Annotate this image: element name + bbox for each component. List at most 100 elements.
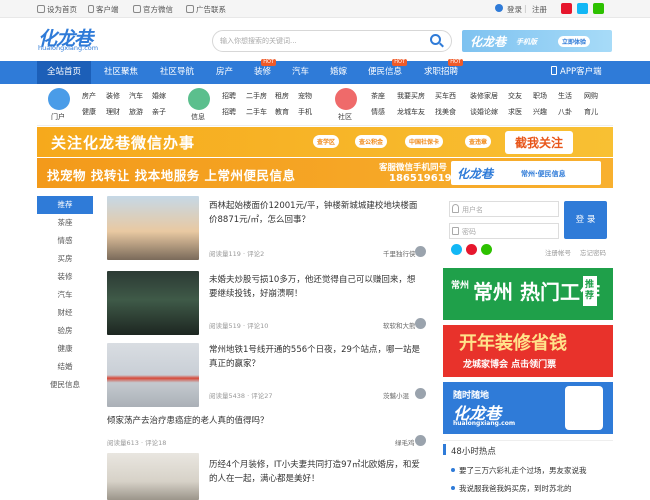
nav-community[interactable]: 社区导航: [153, 61, 201, 84]
set-home-link[interactable]: 设为首页: [37, 4, 77, 15]
cat-link[interactable]: 育儿: [584, 107, 598, 117]
cat-link[interactable]: 亲子: [152, 107, 166, 117]
left-menu-item[interactable]: 结婚: [37, 358, 93, 376]
cat-link[interactable]: 二手房: [246, 91, 267, 101]
qq-login-icon[interactable]: [451, 244, 462, 255]
cat-link[interactable]: 二手车: [246, 107, 267, 117]
news-thumbnail[interactable]: [107, 343, 199, 407]
qq-icon[interactable]: [577, 3, 588, 14]
nav-app[interactable]: APP客户端: [544, 61, 609, 84]
mobile-app-banner[interactable]: 化龙巷 手机版 立即体验: [462, 30, 612, 52]
nav-decor-label: 装修: [254, 67, 272, 77]
news-title[interactable]: 未婚夫炒股亏损10多万，他还觉得自己可以赚回来，想要继续投钱，好崩溃啊！: [209, 273, 423, 301]
cat-link[interactable]: 装修: [106, 91, 120, 101]
news-author[interactable]: 千里独行侠: [383, 248, 416, 258]
nav-home[interactable]: 全站首页: [37, 61, 91, 84]
cat-link[interactable]: 招聘: [222, 91, 236, 101]
portal-icon[interactable]: [48, 88, 70, 110]
convenience-info-banner[interactable]: 找宠物 找转让 找本地服务 上常州便民信息 客服微信手机同号 186519619…: [37, 158, 613, 188]
nav-jobs[interactable]: 求职招聘 HOT: [417, 59, 465, 84]
ad-contact-link[interactable]: 广告联系: [186, 4, 226, 15]
cat-link[interactable]: 装修家居: [470, 91, 498, 101]
left-menu-item[interactable]: 推荐: [37, 196, 93, 214]
news-title[interactable]: 西林起始楼面价12001元/平，钟楼新城城建校地块楼面价8871元/㎡，怎么回事…: [209, 199, 423, 227]
left-menu-item[interactable]: 茶座: [37, 214, 93, 232]
cat-link[interactable]: 求医: [508, 107, 522, 117]
cat-link[interactable]: 教育: [275, 107, 289, 117]
hot-item[interactable]: 我说服我爸我妈买房，到时苏北的: [451, 483, 572, 494]
cat-link[interactable]: 龙城车友: [397, 107, 425, 117]
cat-link[interactable]: 职场: [533, 91, 547, 101]
cat-link[interactable]: 招聘: [222, 107, 236, 117]
news-thumbnail[interactable]: [107, 453, 199, 500]
news-title[interactable]: 常州地铁1号线开通的556个日夜，29个站点，哪一站是真正的赢家？: [209, 343, 423, 371]
nav-info[interactable]: 便民信息 HOT: [361, 59, 409, 84]
hot-item-text: 我说服我爸我妈买房，到时苏北的: [459, 484, 572, 493]
cat-link[interactable]: 租房: [275, 91, 289, 101]
mobile-app-ad[interactable]: 随时随地 化龙巷 hualongxiang.com: [443, 382, 613, 434]
avatar[interactable]: [415, 435, 426, 446]
wechat-service-banner[interactable]: 关注化龙巷微信办事 查学区 查公积金 中国社保卡 查违章 截我关注: [37, 127, 613, 157]
set-home-label: 设为首页: [47, 5, 77, 14]
login-button[interactable]: 登 录: [564, 201, 607, 239]
weibo-login-icon[interactable]: [466, 244, 477, 255]
avatar[interactable]: [415, 246, 426, 257]
avatar[interactable]: [415, 388, 426, 399]
nav-house[interactable]: 房产: [209, 61, 240, 84]
cat-link[interactable]: 宠物: [298, 91, 312, 101]
cat-link[interactable]: 旅游: [129, 107, 143, 117]
left-menu-item[interactable]: 财经: [37, 304, 93, 322]
left-menu-item[interactable]: 情感: [37, 232, 93, 250]
cat-link[interactable]: 生活: [558, 91, 572, 101]
news-author[interactable]: 茨魆小混: [383, 390, 409, 400]
cat-link[interactable]: 健康: [82, 107, 96, 117]
news-thumbnail[interactable]: [107, 196, 199, 260]
cat-link[interactable]: 理财: [106, 107, 120, 117]
login-link[interactable]: 登录: [507, 4, 522, 15]
search-icon[interactable]: [430, 34, 441, 45]
news-author[interactable]: 软软和大熊: [383, 320, 416, 330]
left-menu-item[interactable]: 验房: [37, 322, 93, 340]
news-author[interactable]: 绿毛鸡: [395, 437, 415, 447]
cat-link[interactable]: 房产: [82, 91, 96, 101]
cat-link[interactable]: 我要买房: [397, 91, 425, 101]
left-menu-item[interactable]: 汽车: [37, 286, 93, 304]
nav-focus[interactable]: 社区聚焦: [97, 61, 145, 84]
news-thumbnail[interactable]: [107, 271, 199, 335]
cat-link[interactable]: 八卦: [558, 107, 572, 117]
cat-link[interactable]: 找美食: [435, 107, 456, 117]
wechat-link[interactable]: 官方微信: [133, 4, 173, 15]
cat-link[interactable]: 交友: [508, 91, 522, 101]
weibo-icon[interactable]: [561, 3, 572, 14]
cat-link[interactable]: 谈婚论嫁: [470, 107, 498, 117]
info-icon[interactable]: [188, 88, 210, 110]
cat-link[interactable]: 茶座: [371, 91, 385, 101]
decor-expo-ad[interactable]: 开年装修省钱 龙城家博会 点击领门票: [443, 325, 613, 377]
community-icon[interactable]: [335, 88, 357, 110]
hot-item[interactable]: 要了三万六彩礼走个过场，男友家说我: [451, 465, 587, 476]
wechat-share-icon[interactable]: [593, 3, 604, 14]
left-menu-item[interactable]: 健康: [37, 340, 93, 358]
cat-link[interactable]: 婚嫁: [152, 91, 166, 101]
register-link[interactable]: 注册帐号: [545, 247, 571, 257]
hot-jobs-ad[interactable]: 常州 常州 热门工作 推荐: [443, 268, 613, 320]
nav-wedding[interactable]: 婚嫁: [323, 61, 354, 84]
client-link[interactable]: 客户端: [88, 4, 119, 15]
nav-decor[interactable]: 装修 HOT: [247, 59, 278, 84]
cat-link[interactable]: 情感: [371, 107, 385, 117]
cat-link[interactable]: 网购: [584, 91, 598, 101]
register-link[interactable]: 注册: [532, 4, 547, 15]
left-menu-item[interactable]: 装修: [37, 268, 93, 286]
cat-link[interactable]: 汽车: [129, 91, 143, 101]
news-title[interactable]: 历经4个月装修，IT小夫妻共同打造97㎡北欧婚房，和爱的人在一起，满心都是美好！: [209, 458, 423, 486]
left-menu-item[interactable]: 便民信息: [37, 376, 93, 394]
avatar[interactable]: [415, 318, 426, 329]
wechat-login-icon[interactable]: [481, 244, 492, 255]
cat-link[interactable]: 手机: [298, 107, 312, 117]
cat-link[interactable]: 兴趣: [533, 107, 547, 117]
nav-car[interactable]: 汽车: [285, 61, 316, 84]
news-title[interactable]: 倾家荡产去治疗患癌症的老人真的值得吗？: [107, 414, 427, 428]
left-menu-item[interactable]: 买房: [37, 250, 93, 268]
cat-link[interactable]: 买车西: [435, 91, 456, 101]
forgot-password-link[interactable]: 忘记密码: [580, 247, 606, 257]
